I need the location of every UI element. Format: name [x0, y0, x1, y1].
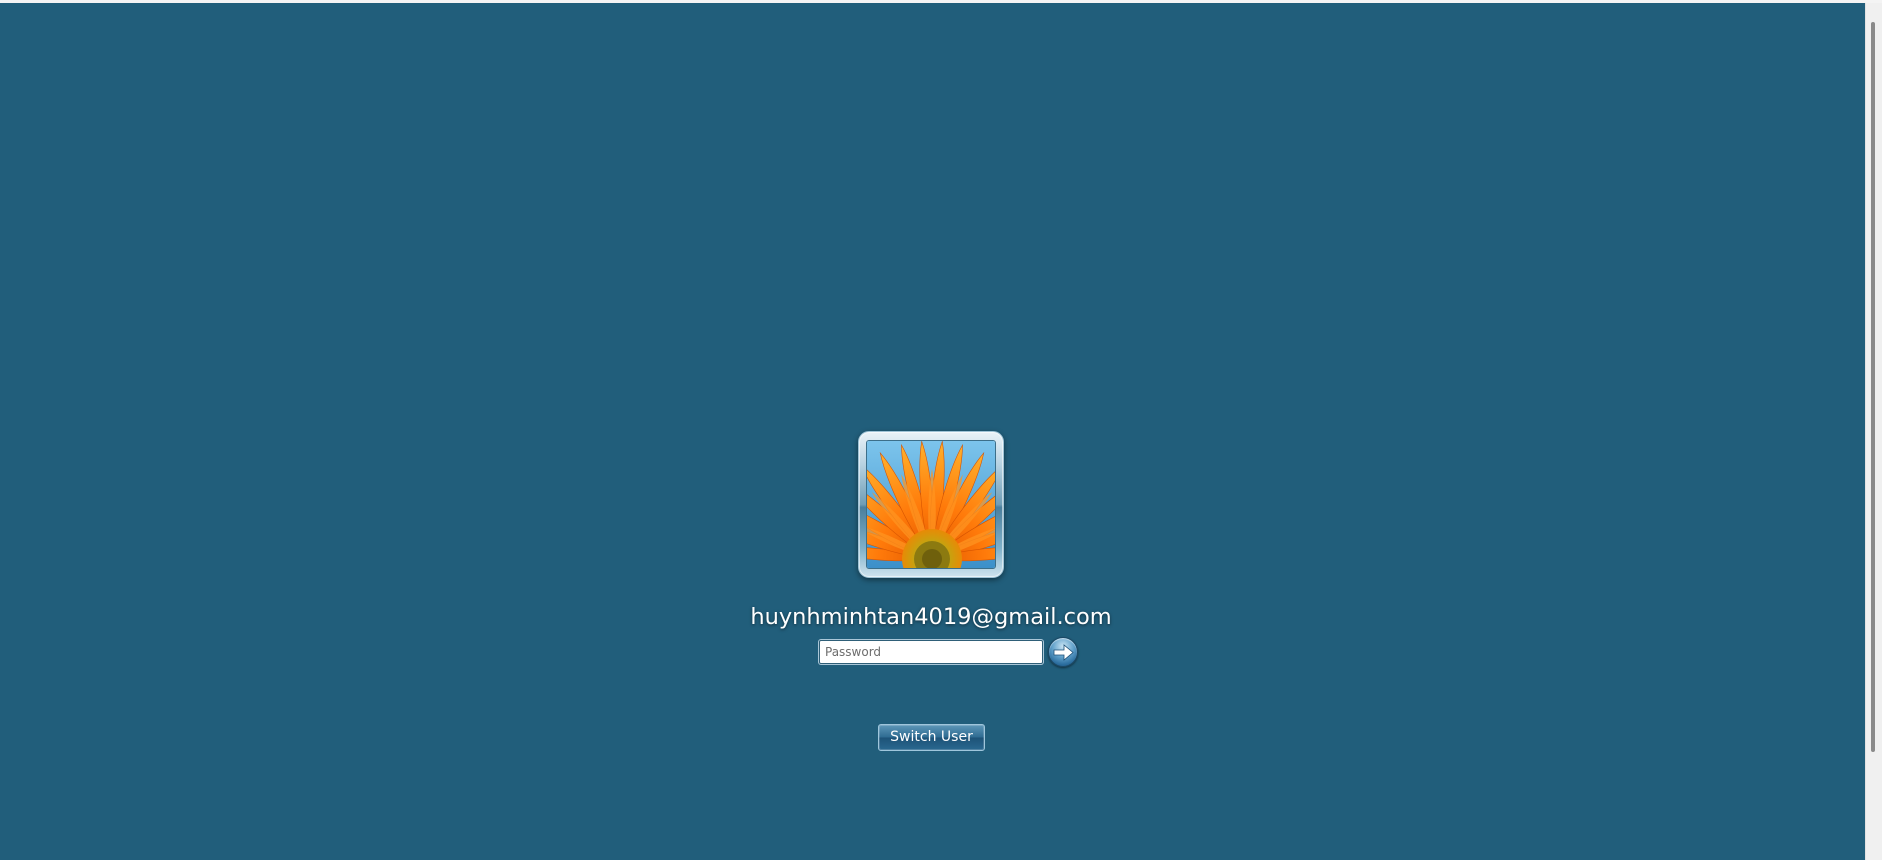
arrow-right-icon [1053, 644, 1074, 661]
submit-button[interactable] [1048, 637, 1078, 667]
switch-user-button[interactable]: Switch User [878, 724, 985, 751]
flower-image [867, 441, 995, 568]
scrollbar-thumb[interactable] [1871, 22, 1875, 752]
password-input[interactable] [819, 640, 1043, 664]
user-name: huynhminhtan4019@gmail.com [750, 604, 1112, 630]
user-picture [866, 440, 996, 569]
